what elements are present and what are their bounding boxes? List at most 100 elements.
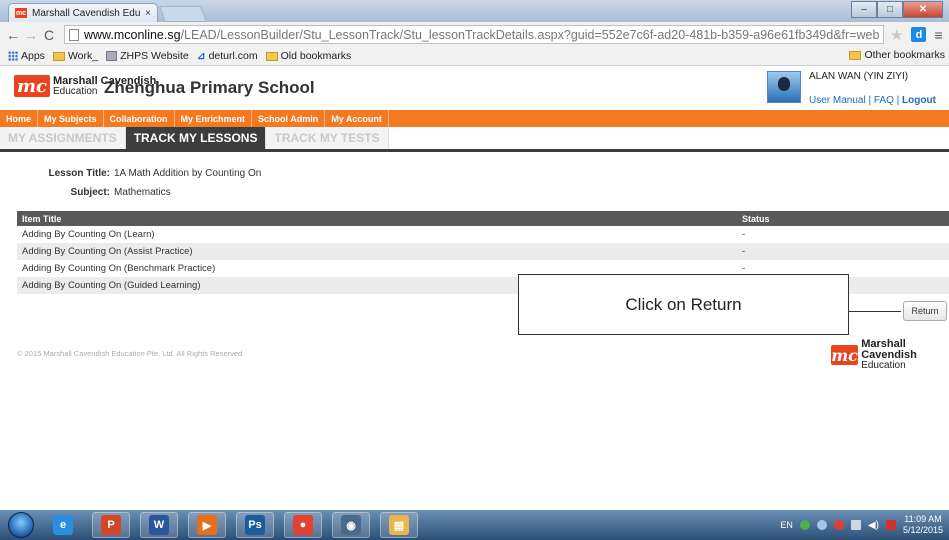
subject-row: Subject: Mathematics <box>0 187 171 198</box>
footer-logo-text: Marshall Cavendish Education <box>861 339 949 371</box>
folder-icon <box>52 51 65 61</box>
nav-my-enrichment[interactable]: My Enrichment <box>175 110 253 127</box>
close-window-icon[interactable]: ✕ <box>903 1 943 18</box>
status-cell: - <box>742 229 746 240</box>
return-button[interactable]: Return <box>903 301 947 321</box>
reload-icon[interactable]: C <box>40 27 58 43</box>
mc-favicon-icon: mc <box>15 8 27 18</box>
taskbar-button[interactable]: ◉ <box>332 512 370 538</box>
mc-logo-icon: mc <box>831 345 859 365</box>
language-indicator[interactable]: EN <box>780 520 793 530</box>
powerpoint-icon: P <box>101 515 121 535</box>
antivirus-shield-icon[interactable] <box>885 520 896 530</box>
system-tray: EN ◀) 11:09 AM 5/12/2015 <box>780 510 943 540</box>
page-icon <box>69 28 79 41</box>
main-nav: Home My Subjects Collaboration My Enrich… <box>0 110 949 127</box>
taskbar-button[interactable]: P <box>92 512 130 538</box>
mc-logo-icon: mc <box>14 75 50 97</box>
tab-track-my-lessons[interactable]: TRACK MY LESSONS <box>125 127 267 149</box>
logo-sub: Education <box>53 85 98 97</box>
lesson-title-row: Lesson Title: 1A Math Addition by Countin… <box>0 168 262 179</box>
nav-my-subjects[interactable]: My Subjects <box>38 110 104 127</box>
start-button-icon[interactable] <box>8 512 34 538</box>
browser-tab[interactable]: mc Marshall Cavendish Educa × <box>8 3 158 22</box>
site-icon <box>106 51 118 61</box>
taskbar-apps: e P W ▶ Ps ● ◉ ▤ <box>34 512 418 538</box>
status-cell: - <box>742 246 746 257</box>
back-arrow-icon[interactable]: ← <box>4 27 22 43</box>
nav-collaboration[interactable]: Collaboration <box>104 110 175 127</box>
bookmark-deturl[interactable]: ⊿ deturl.com <box>197 50 258 62</box>
ie-icon: e <box>53 515 73 535</box>
table-row[interactable]: Adding By Counting On (Learn) - <box>17 226 949 243</box>
window-controls: – □ ✕ <box>851 1 943 18</box>
bookmark-label: Work_ <box>67 50 99 62</box>
volume-icon[interactable]: ◀) <box>868 520 879 531</box>
taskbar-button[interactable]: ▤ <box>380 512 418 538</box>
taskbar-button[interactable]: ▶ <box>188 512 226 538</box>
tab-close-icon[interactable]: × <box>145 8 151 19</box>
taskbar-button[interactable]: Ps <box>236 512 274 538</box>
photoshop-icon: Ps <box>245 515 265 535</box>
word-icon: W <box>149 515 169 535</box>
logout-link[interactable]: Logout <box>902 95 936 106</box>
url-host: www.mconline.sg <box>84 27 181 42</box>
footer-logo-brand: Marshall Cavendish <box>861 338 917 361</box>
sub-tabs: MY ASSIGNMENTS TRACK MY LESSONS TRACK MY… <box>0 127 949 152</box>
menu-icon[interactable]: ≡ <box>934 27 942 43</box>
explorer-icon: ▤ <box>389 515 409 535</box>
table-header: Item Title Status <box>17 211 949 226</box>
faq-link[interactable]: FAQ <box>874 95 894 106</box>
subject-value: Mathematics <box>114 187 171 198</box>
minimize-icon[interactable]: – <box>851 1 877 18</box>
chrome-tray-icon[interactable] <box>833 520 844 530</box>
bookmark-apps[interactable]: Apps <box>8 50 45 62</box>
taskbar-button[interactable]: W <box>140 512 178 538</box>
other-bookmarks[interactable]: Other bookmarks <box>849 49 945 61</box>
user-manual-link[interactable]: User Manual <box>809 95 866 106</box>
maximize-icon[interactable]: □ <box>877 1 903 18</box>
folder-icon <box>265 51 278 61</box>
footer-logo-sub: Education <box>861 360 906 371</box>
bookmark-old[interactable]: Old bookmarks <box>265 50 352 62</box>
bookmark-label: deturl.com <box>208 50 258 62</box>
bookmark-star-icon[interactable]: ★ <box>890 26 903 44</box>
lesson-title-label: Lesson Title: <box>48 168 111 179</box>
forward-arrow-icon[interactable]: → <box>22 27 40 43</box>
table-row[interactable]: Adding By Counting On (Assist Practice) … <box>17 243 949 260</box>
camera-icon: ◉ <box>341 515 361 535</box>
bookmark-work[interactable]: Work_ <box>52 50 99 62</box>
bookmark-label: Old bookmarks <box>280 50 352 62</box>
action-center-icon[interactable] <box>850 520 861 530</box>
callout-pointer-line <box>849 311 901 312</box>
tab-my-assignments[interactable]: MY ASSIGNMENTS <box>0 127 126 149</box>
user-name: ALAN WAN (YIN ZIYI) <box>809 71 909 82</box>
instruction-callout: Click on Return <box>518 274 849 335</box>
tab-title: Marshall Cavendish Educa <box>32 7 141 19</box>
network-status-icon[interactable] <box>816 520 827 530</box>
item-title-cell: Adding By Counting On (Assist Practice) <box>22 246 193 257</box>
extension-icon[interactable]: d <box>911 27 927 42</box>
taskbar-button[interactable]: e <box>44 512 82 538</box>
nav-my-account[interactable]: My Account <box>325 110 389 127</box>
nav-school-admin[interactable]: School Admin <box>252 110 326 127</box>
bookmark-label: Apps <box>21 50 45 62</box>
clock-time: 11:09 AM <box>904 514 942 524</box>
folder-icon <box>849 50 862 60</box>
footer-mc-logo: mc Marshall Cavendish Education <box>831 339 949 371</box>
tab-track-my-tests[interactable]: TRACK MY TESTS <box>266 127 389 149</box>
other-bookmarks-label: Other bookmarks <box>864 49 945 61</box>
bookmark-label: ZHPS Website <box>120 50 189 62</box>
clock[interactable]: 11:09 AM 5/12/2015 <box>903 514 943 536</box>
windows-taskbar: e P W ▶ Ps ● ◉ ▤ EN ◀) 11:09 AM 5/12/2015 <box>0 510 949 540</box>
sync-icon[interactable] <box>799 520 810 530</box>
address-bar[interactable]: www.mconline.sg/LEAD/LessonBuilder/Stu_L… <box>64 25 884 44</box>
item-title-cell: Adding By Counting On (Learn) <box>22 229 155 240</box>
taskbar-button[interactable]: ● <box>284 512 322 538</box>
url-path: /LEAD/LessonBuilder/Stu_LessonTrack/Stu_… <box>180 27 880 42</box>
bookmark-zhps[interactable]: ZHPS Website <box>106 50 189 62</box>
apps-grid-icon <box>8 51 18 61</box>
nav-home[interactable]: Home <box>0 110 39 127</box>
column-header-item-title: Item Title <box>22 213 62 224</box>
new-tab-button[interactable] <box>159 6 207 22</box>
